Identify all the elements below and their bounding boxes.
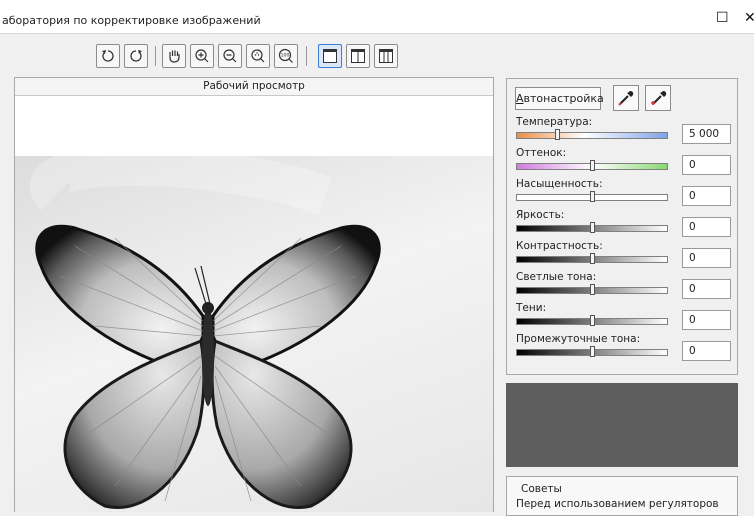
zoom-fit-icon [251, 49, 265, 63]
slider-label: Яркость: [516, 209, 565, 221]
slider-value-input[interactable]: 0 [682, 248, 731, 268]
zoom-in-button[interactable] [190, 44, 214, 68]
zoom-in-icon [195, 49, 209, 63]
toolbar: 100 [0, 38, 754, 78]
slider-thumb[interactable] [590, 346, 595, 357]
hand-pan-button[interactable] [162, 44, 186, 68]
slider-label: Контрастность: [516, 240, 603, 252]
zoom-100-icon: 100 [278, 48, 293, 63]
adjustments-panel: Автонастройка Температура: 5 000 Оттенок: 0… [506, 78, 738, 375]
slider-thumb[interactable] [590, 284, 595, 295]
rotate-left-icon [102, 50, 114, 62]
maximize-button[interactable]: ☐ [716, 10, 729, 26]
eyedropper-icon [618, 91, 634, 106]
slider-thumb[interactable] [590, 222, 595, 233]
side-by-side-view-icon [379, 49, 393, 63]
toolbar-separator [155, 46, 156, 66]
slider-label: Насыщенность: [516, 178, 603, 190]
preview-title: Рабочий просмотр [203, 80, 305, 92]
slider-thumb[interactable] [555, 129, 561, 140]
working-preview-panel: Рабочий просмотр [14, 77, 494, 512]
eyedropper-button[interactable] [613, 85, 639, 111]
window-titlebar: аборатория по корректировке изображений … [0, 0, 754, 34]
split-view-icon [351, 49, 365, 63]
auto-adjust-button[interactable]: Автонастройка [515, 87, 604, 110]
rotate-right-button[interactable] [124, 44, 148, 68]
butterfly-image [30, 156, 381, 509]
slider-thumb[interactable] [590, 160, 595, 171]
eyedropper-plus-icon [651, 91, 667, 105]
slider-thumb[interactable] [590, 253, 595, 264]
preview-image[interactable] [15, 156, 493, 512]
window-title: аборатория по корректировке изображений [2, 14, 261, 27]
zoom-out-button[interactable] [218, 44, 242, 68]
zoom-100-button[interactable]: 100 [274, 44, 298, 68]
slider-value-input[interactable]: 5 000 [682, 124, 731, 144]
slider-value-input[interactable]: 0 [682, 279, 731, 299]
single-view-button[interactable] [318, 44, 342, 68]
single-view-icon [323, 49, 337, 63]
slider-thumb[interactable] [590, 315, 595, 326]
zoom-out-icon [223, 49, 237, 63]
hand-pan-icon [169, 50, 180, 63]
slider-value-input[interactable]: 0 [682, 186, 731, 206]
zoom-100-label: 100 [281, 53, 290, 59]
rotate-left-button[interactable] [96, 44, 120, 68]
slider-label: Светлые тона: [516, 271, 597, 283]
tips-title: Советы [521, 483, 562, 495]
rotate-right-icon [130, 50, 142, 62]
slider-label: Оттенок: [516, 147, 567, 159]
slider-value-input[interactable]: 0 [682, 217, 731, 237]
tips-panel: Советы Перед использованием регуляторов [506, 476, 738, 516]
slider-thumb[interactable] [590, 191, 595, 202]
close-button[interactable]: ✕ [744, 10, 754, 26]
slider-label: Тени: [516, 302, 547, 314]
eyedropper-plus-button[interactable] [645, 85, 671, 111]
tips-text: Перед использованием регуляторов [516, 498, 719, 510]
side-by-side-view-button[interactable] [374, 44, 398, 68]
color-preview-swatch [506, 383, 738, 467]
slider-track[interactable] [516, 132, 668, 139]
slider-value-input[interactable]: 0 [682, 155, 731, 175]
slider-value-input[interactable]: 0 [682, 341, 731, 361]
toolbar-separator [306, 46, 307, 66]
preview-header: Рабочий просмотр [15, 78, 493, 96]
split-view-button[interactable] [346, 44, 370, 68]
slider-label: Температура: [516, 116, 593, 128]
slider-value-input[interactable]: 0 [682, 310, 731, 330]
zoom-fit-button[interactable] [246, 44, 270, 68]
slider-label: Промежуточные тона: [516, 333, 641, 345]
